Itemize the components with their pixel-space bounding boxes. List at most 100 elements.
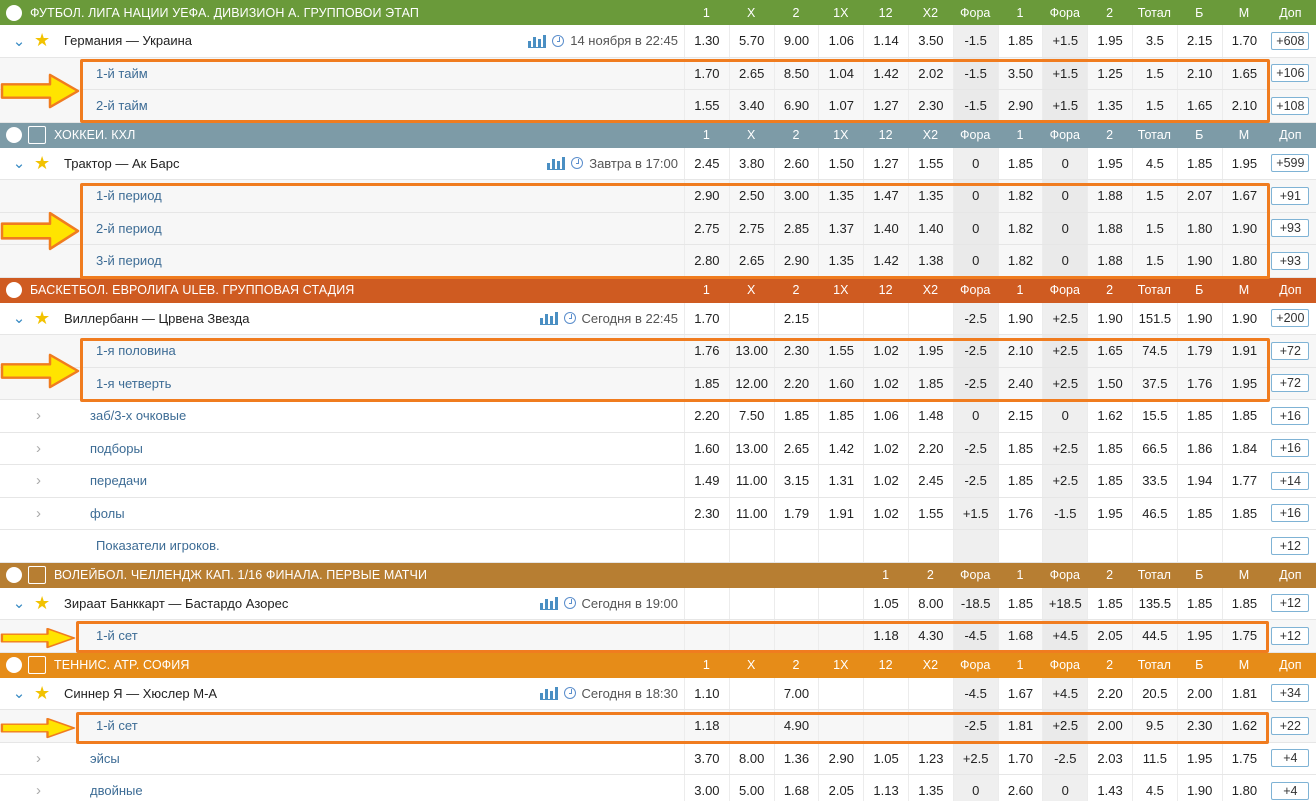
odds-cell[interactable]: 2.90 [773, 245, 819, 277]
odds-cell[interactable]: 1.70 [684, 57, 729, 89]
odds-cell[interactable]: 1.18 [684, 710, 729, 742]
odds-cell[interactable]: 2.02 [907, 57, 953, 89]
odds-cell[interactable]: 2.45 [684, 147, 729, 179]
odds-cell[interactable]: 2.15 [1176, 25, 1222, 57]
odds-cell[interactable]: 1.62 [1221, 710, 1267, 742]
odds-cell[interactable]: 1.65 [1087, 335, 1132, 367]
odds-cell[interactable]: 8.00 [728, 742, 774, 774]
odds-cell[interactable]: 1.48 [907, 400, 953, 432]
odds-cell[interactable]: 1.79 [1176, 335, 1222, 367]
chevron-down-icon[interactable]: ⌄ [10, 594, 28, 612]
odds-cell[interactable]: 1.5 [1131, 57, 1177, 89]
more-markets-button[interactable]: +72 [1271, 341, 1310, 360]
odds-cell[interactable]: 1.42 [863, 57, 908, 89]
odds-cell[interactable]: 1.85 [818, 400, 863, 432]
odds-cell[interactable]: +4.5 [1042, 620, 1088, 652]
odds-cell[interactable]: 11.00 [728, 497, 774, 529]
odds-cell[interactable]: 2.30 [1176, 710, 1222, 742]
sub-market-row[interactable]: 1-й период 2.90 2.50 3.00 1.35 1.47 1.35 0 1.82 0… [0, 180, 1316, 213]
sub-market-row[interactable]: 2-й тайм 1.55 3.40 6.90 1.07 1.27 2.30 -1.5 2.90… [0, 90, 1316, 123]
odds-cell[interactable]: 0 [1042, 245, 1088, 277]
odds-cell[interactable]: 1.75 [1221, 620, 1267, 652]
odds-cell[interactable]: 3.70 [684, 742, 729, 774]
section-title[interactable]: ФУТБОЛ. ЛИГА НАЦИИ УЕФА. ДИВИЗИОН А. ГРУ… [22, 6, 684, 20]
odds-cell[interactable]: 1.91 [1221, 335, 1267, 367]
odds-cell[interactable]: 1.81 [1221, 677, 1267, 709]
more-markets-button[interactable]: +106 [1271, 64, 1310, 83]
players-label[interactable]: Показатели игроков. [0, 538, 220, 553]
odds-cell[interactable]: 1.42 [863, 245, 908, 277]
extra-market-row[interactable]: › эйсы 3.70 8.00 1.36 2.90 1.05 1.23 +2.5 1.70 -2.… [0, 742, 1316, 775]
odds-cell[interactable]: 2.05 [818, 775, 863, 801]
odds-cell[interactable]: 1.80 [1221, 245, 1267, 277]
odds-cell[interactable]: 2.45 [907, 465, 953, 497]
statistics-icon[interactable] [539, 686, 558, 701]
odds-cell[interactable]: 1.02 [863, 367, 908, 399]
more-markets-button[interactable]: +93 [1271, 251, 1310, 270]
odds-cell[interactable]: 9.00 [773, 25, 819, 57]
odds-cell[interactable]: 2.07 [1176, 180, 1222, 212]
more-markets-button[interactable]: +72 [1271, 374, 1310, 393]
odds-cell[interactable]: 1.70 [1221, 25, 1267, 57]
match-name[interactable]: Трактор — Ак Барс [64, 156, 547, 171]
odds-cell[interactable]: 1.14 [863, 25, 908, 57]
odds-cell[interactable]: 2.80 [684, 245, 729, 277]
sub-market-row[interactable]: 1-й сет 1.18 4.90 -2.5 1.81 +2.5 2.00 9.5 2.30 1.… [0, 710, 1316, 743]
odds-cell[interactable]: 1.23 [907, 742, 953, 774]
odds-cell[interactable]: 2.40 [997, 367, 1043, 399]
odds-cell[interactable]: 1.95 [907, 335, 953, 367]
odds-cell[interactable]: +1.5 [1042, 90, 1088, 122]
odds-cell[interactable]: 1.05 [863, 587, 908, 619]
odds-cell[interactable]: 3.00 [773, 180, 819, 212]
odds-cell[interactable]: 1.31 [818, 465, 863, 497]
odds-cell[interactable]: 8.00 [907, 587, 953, 619]
odds-cell[interactable]: 1.67 [1221, 180, 1267, 212]
odds-cell[interactable]: 1.5 [1131, 180, 1177, 212]
odds-cell[interactable]: 1.5 [1131, 245, 1177, 277]
odds-cell[interactable]: 1.30 [684, 25, 729, 57]
odds-cell[interactable]: 1.94 [1176, 465, 1222, 497]
more-markets-button[interactable]: +16 [1271, 504, 1310, 523]
odds-cell[interactable]: 7.00 [773, 677, 819, 709]
odds-cell[interactable]: -4.5 [952, 620, 998, 652]
odds-cell[interactable]: -2.5 [952, 335, 998, 367]
odds-cell[interactable]: 0 [952, 245, 998, 277]
odds-cell[interactable]: 1.85 [997, 465, 1043, 497]
odds-cell[interactable]: 1.35 [818, 180, 863, 212]
odds-cell[interactable]: 135.5 [1131, 587, 1177, 619]
more-markets-button[interactable]: +4 [1271, 781, 1310, 800]
odds-cell[interactable]: -2.5 [952, 302, 998, 334]
odds-cell[interactable]: 1.95 [1176, 620, 1222, 652]
match-row[interactable]: ⌄ ★ Германия — Украина 14 ноября в 22:45 1.3… [0, 25, 1316, 58]
odds-cell[interactable]: 1.90 [1176, 302, 1222, 334]
odds-cell[interactable]: 2.85 [773, 212, 819, 244]
odds-cell[interactable]: 1.79 [773, 497, 819, 529]
odds-cell[interactable]: +2.5 [1042, 465, 1088, 497]
odds-cell[interactable]: +2.5 [1042, 432, 1088, 464]
odds-cell[interactable]: 1.85 [1176, 497, 1222, 529]
odds-cell[interactable]: 2.05 [1087, 620, 1132, 652]
odds-cell[interactable]: +2.5 [952, 742, 998, 774]
odds-cell[interactable]: 1.43 [1087, 775, 1132, 801]
odds-cell[interactable]: 0 [952, 212, 998, 244]
odds-cell[interactable]: 4.5 [1131, 147, 1177, 179]
odds-cell[interactable]: 2.10 [1221, 90, 1267, 122]
odds-cell[interactable]: 3.80 [728, 147, 774, 179]
odds-cell[interactable]: 1.50 [1087, 367, 1132, 399]
odds-cell[interactable]: 0 [1042, 400, 1088, 432]
odds-cell[interactable]: 1.55 [684, 90, 729, 122]
odds-cell[interactable]: 2.10 [1176, 57, 1222, 89]
extra-market-label[interactable]: двойные [54, 783, 143, 798]
odds-cell[interactable]: 13.00 [728, 335, 774, 367]
odds-cell[interactable]: 1.07 [818, 90, 863, 122]
odds-cell[interactable]: +2.5 [1042, 302, 1088, 334]
odds-cell[interactable]: 1.06 [863, 400, 908, 432]
odds-cell[interactable]: 2.20 [1087, 677, 1132, 709]
odds-cell[interactable]: 4.5 [1131, 775, 1177, 801]
odds-cell[interactable]: 1.70 [684, 302, 729, 334]
odds-cell[interactable]: -18.5 [952, 587, 998, 619]
odds-cell[interactable]: 2.00 [1087, 710, 1132, 742]
odds-cell[interactable]: 11.00 [728, 465, 774, 497]
odds-cell[interactable]: 1.85 [1221, 587, 1267, 619]
odds-cell[interactable]: 1.68 [773, 775, 819, 801]
